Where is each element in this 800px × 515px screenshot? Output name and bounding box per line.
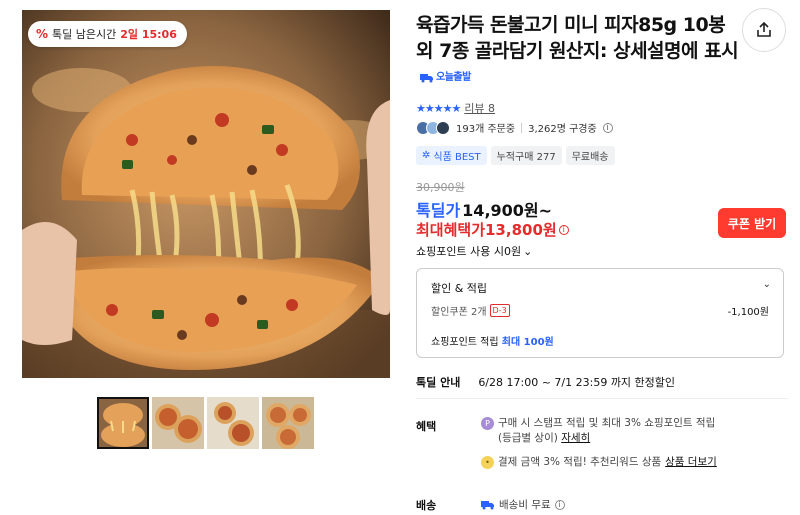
timer-value: 2일 15:06 [120, 28, 177, 41]
benefit-price-row: 최대혜택가13,800원 i [416, 219, 569, 240]
timer-label: 톡딜 남은시간 [52, 28, 117, 41]
today-ship-label: 오늘출발 [436, 71, 471, 83]
coupon-button[interactable]: 쿠폰 받기 [718, 208, 786, 238]
avatar [436, 120, 450, 135]
today-ship-badge: 오늘출발 [420, 65, 471, 91]
rating-stars: ★★★★★ [416, 101, 461, 115]
sale-price-row: 톡딜가 14,900원~ [416, 197, 552, 221]
share-icon [757, 21, 771, 37]
order-count: 193개 주문중 [456, 124, 516, 135]
perk-stamp-line: 구매 시 스탬프 적립 및 최대 3% 쇼핑포인트 적립 [498, 417, 716, 429]
coupon-label: 할인쿠폰 2개 [431, 307, 487, 318]
thumbnail-4[interactable] [262, 397, 314, 449]
product-main-image[interactable] [22, 10, 390, 378]
discount-heading: 할인 & 적립 [431, 282, 488, 295]
perk-reward: • 결제 금액 3% 적립! 추천리워드 상품 상품 더보기 [481, 454, 717, 469]
info-icon[interactable]: i [554, 499, 565, 510]
point-earn-label: 쇼핑포인트 적립 [431, 337, 499, 348]
point-use-label: 쇼핑포인트 사용 시0원 [416, 245, 522, 258]
thumbnail-1[interactable] [97, 397, 149, 449]
divider [416, 398, 788, 399]
order-stats-row: 193개 주문중 3,262명 구경중 i [416, 120, 613, 135]
shipping-value: 배송비 무료 i [481, 497, 565, 512]
perk-stamp-text: 구매 시 스탬프 적립 및 최대 3% 쇼핑포인트 적립 (등급별 상이) 자세… [498, 416, 715, 446]
deal-timer-badge: % 톡딜 남은시간 2일 15:06 [28, 21, 187, 47]
deal-period: 6/28 17:00 ~ 7/1 23:59 까지 한정할인 [478, 376, 676, 389]
deal-info-row: 톡딜 안내 6/28 17:00 ~ 7/1 23:59 까지 한정할인 [416, 374, 675, 390]
perk-stamp-sub: (등급별 상이) [498, 432, 558, 444]
sale-price: 14,900원~ [462, 201, 553, 220]
discount-panel: 할인 & 적립 ⌄ 할인쿠폰 2개 D-3 -1,100원 쇼핑포인트 적립 최… [416, 268, 784, 358]
share-button[interactable] [742, 8, 786, 52]
review-link[interactable]: 리뷰 8 [464, 100, 495, 116]
cumulative-badge: 누적구매 277 [490, 146, 562, 165]
truck-icon [420, 73, 433, 82]
pay-icon: • [481, 455, 494, 469]
coupon-amount: -1,100원 [727, 307, 769, 318]
thumbnail-3[interactable] [207, 397, 259, 449]
perk-stamp: P 구매 시 스탬프 적립 및 최대 3% 쇼핑포인트 적립 (등급별 상이) … [481, 416, 781, 446]
best-badge[interactable]: ✲ 식품 BEST [416, 146, 487, 165]
sale-label: 톡딜가 [416, 201, 461, 220]
shipping-label: 배송 [416, 499, 437, 512]
chevron-down-icon[interactable]: ⌄ [763, 279, 771, 290]
point-use-toggle[interactable]: 쇼핑포인트 사용 시0원 ⌄ [416, 243, 532, 259]
deal-label: 톡딜 안내 [416, 376, 461, 389]
info-icon[interactable]: i [558, 224, 569, 235]
coupon-line: 할인쿠폰 2개 D-3 [431, 303, 510, 318]
point-earn-line: 쇼핑포인트 적립 최대 100원 [431, 333, 554, 348]
divider [521, 122, 523, 133]
free-ship-badge: 무료배송 [565, 146, 615, 165]
perk-more-link[interactable]: 상품 더보기 [665, 454, 717, 469]
buyer-avatars [416, 120, 450, 135]
best-badge-label: 식품 BEST [433, 152, 481, 163]
perk-detail-link[interactable]: 자세히 [561, 432, 590, 444]
thumbnail-strip [97, 397, 314, 449]
product-title-text: 육즙가득 돈불고기 미니 피자85g 10봉 외 7종 골라담기 원산지: 상세… [416, 14, 739, 62]
chevron-down-icon: ⌄ [523, 244, 533, 258]
percent-tag-icon: % [36, 27, 49, 41]
sparkle-icon: ✲ [422, 150, 431, 161]
thumbnail-2[interactable] [152, 397, 204, 449]
pizza-illustration [22, 10, 390, 378]
perks-label: 혜택 [416, 420, 437, 433]
shipping-text: 배송비 무료 [499, 499, 551, 511]
original-price: 30,900원 [416, 181, 465, 194]
benefit-price: 최대혜택가13,800원 [416, 221, 557, 239]
dday-badge: D-3 [489, 304, 510, 317]
point-icon: P [481, 417, 494, 430]
badge-row: ✲ 식품 BEST 누적구매 277 무료배송 [416, 146, 615, 165]
product-title: 육즙가득 돈불고기 미니 피자85g 10봉 외 7종 골라담기 원산지: 상세… [416, 12, 746, 91]
perk-reward-text: 결제 금액 3% 적립! 추천리워드 상품 [498, 456, 662, 468]
info-icon[interactable]: i [602, 122, 613, 133]
viewer-count: 3,262명 구경중 [528, 124, 597, 135]
point-earn-value: 최대 100원 [501, 337, 554, 348]
truck-icon [481, 500, 494, 509]
rating-row: ★★★★★ 리뷰 8 [416, 100, 495, 116]
